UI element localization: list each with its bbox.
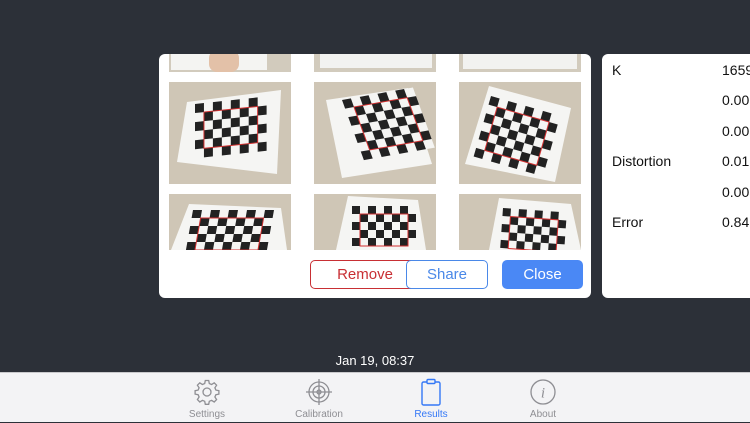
capture-timestamp: Jan 19, 08:37 <box>335 353 415 368</box>
tab-label: Results <box>414 409 448 420</box>
chessboard-image <box>169 194 291 250</box>
tab-bar: Settings Calibration Results i About <box>0 372 750 422</box>
tab-results[interactable]: Results <box>386 373 476 423</box>
result-value: 0.01 <box>722 153 750 169</box>
calibration-thumbnail[interactable] <box>459 54 581 72</box>
tab-label: Calibration <box>295 409 343 420</box>
calibration-thumbnail[interactable] <box>459 82 581 184</box>
calibration-thumbnail[interactable] <box>314 54 436 72</box>
result-value: 0.00 <box>722 184 750 200</box>
gear-icon <box>194 379 220 405</box>
chessboard-image <box>459 194 581 250</box>
tab-settings[interactable]: Settings <box>162 373 252 423</box>
result-value: 1659 <box>722 62 750 78</box>
calibration-thumbnail[interactable] <box>459 194 581 250</box>
calibration-thumbnail[interactable] <box>169 194 291 250</box>
target-icon <box>306 379 332 405</box>
chessboard-image <box>314 82 436 184</box>
calibration-thumbnail[interactable] <box>314 82 436 184</box>
result-label-error: Error <box>612 214 644 230</box>
chessboard-image <box>459 82 581 184</box>
photo-gallery-panel: Remove Share Close <box>159 54 591 298</box>
share-button[interactable]: Share <box>406 260 488 289</box>
clipboard-icon <box>421 378 441 406</box>
calibration-results-panel: K 1659 0.00 0.00 Distortion 0.01 0.00 Er… <box>602 54 750 298</box>
result-value: 0.00 <box>722 92 750 108</box>
calibration-thumbnail[interactable] <box>169 82 291 184</box>
calibration-thumbnail[interactable] <box>169 54 291 72</box>
tab-about[interactable]: i About <box>498 373 588 423</box>
tab-label: About <box>529 409 557 420</box>
svg-text:i: i <box>541 386 545 402</box>
tab-label: Settings <box>188 409 226 420</box>
calibration-thumbnail[interactable] <box>314 194 436 250</box>
result-value: 0.84 <box>722 214 750 230</box>
tab-calibration[interactable]: Calibration <box>274 373 364 423</box>
close-button[interactable]: Close <box>502 260 583 289</box>
remove-button[interactable]: Remove <box>310 260 420 289</box>
result-label-k: K <box>612 62 622 78</box>
info-icon: i <box>530 379 556 405</box>
result-value: 0.00 <box>722 123 750 139</box>
thumbnail-grid[interactable] <box>159 54 591 250</box>
chessboard-image <box>169 82 291 184</box>
result-label-distortion: Distortion <box>612 153 672 169</box>
chessboard-image <box>314 194 436 250</box>
